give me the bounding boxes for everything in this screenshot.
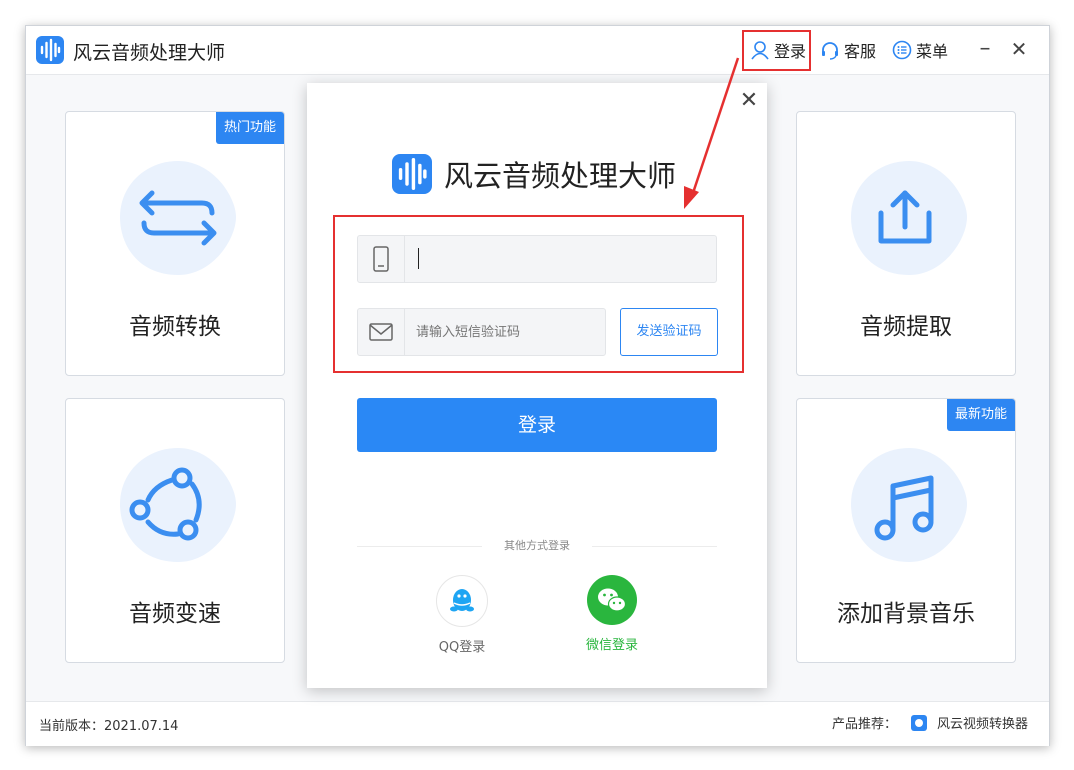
annotation-arrow-icon xyxy=(684,57,740,209)
